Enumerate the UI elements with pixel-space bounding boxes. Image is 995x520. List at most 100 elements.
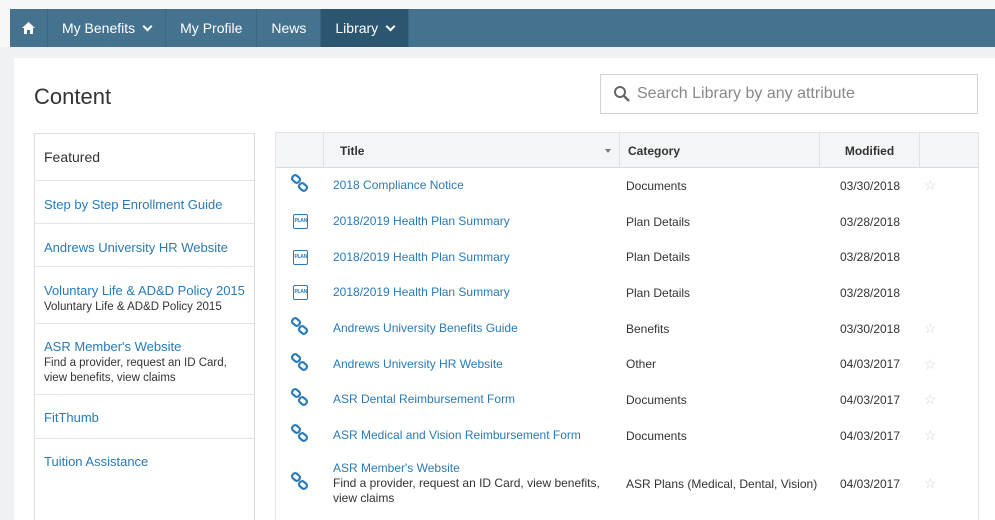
featured-link[interactable]: FitThumb — [44, 408, 245, 427]
nav-library[interactable]: Library — [321, 9, 410, 47]
row-category: Documents — [626, 178, 687, 193]
row-modified: 04/03/2017 — [839, 392, 901, 407]
row-icon-cell: PLAN — [276, 285, 324, 301]
top-bar: My Benefits My Profile News Library — [0, 0, 995, 47]
column-header-icon — [276, 133, 324, 168]
row-title-link[interactable]: 2018/2019 Health Plan Summary — [333, 250, 620, 265]
row-title-link[interactable]: ASR Medical and Vision Reimbursement For… — [333, 428, 620, 443]
featured-link[interactable]: Tuition Assistance — [44, 452, 245, 471]
row-title-link[interactable]: 2018/2019 Health Plan Summary — [333, 214, 620, 229]
favorite-star-icon[interactable]: ☆ — [920, 320, 978, 337]
row-icon-cell — [276, 352, 324, 376]
row-modified: 04/03/2017 — [839, 357, 901, 372]
nav-label: Library — [335, 20, 379, 36]
home-icon — [22, 22, 35, 34]
featured-link[interactable]: Step by Step Enrollment Guide — [44, 195, 245, 214]
row-category: Plan Details — [626, 250, 691, 265]
row-icon-cell: PLAN — [276, 249, 324, 265]
row-title-cell: 2018 Compliance Notice — [324, 178, 620, 193]
table-row[interactable]: PLAN 2018/2019 Health Plan Summary Plan De… — [276, 239, 978, 275]
table-row[interactable]: ASR Member's Website Find a provider, req… — [276, 454, 978, 514]
row-icon-cell — [276, 388, 324, 411]
page-title: Content — [34, 84, 112, 109]
plan-icon: PLAN — [292, 249, 308, 265]
nav-news[interactable]: News — [257, 9, 322, 47]
search-box[interactable] — [600, 74, 978, 114]
link-icon — [290, 472, 310, 495]
plan-icon: PLAN — [292, 214, 308, 230]
featured-item[interactable]: Tuition Assistance — [35, 439, 254, 480]
row-description: Find a provider, request an ID Card, vie… — [333, 476, 600, 505]
featured-panel: Featured Step by Step Enrollment Guide A… — [34, 133, 255, 520]
row-title-link[interactable]: Andrews University Benefits Guide — [333, 321, 620, 336]
row-title-link[interactable]: ASR Member's Website — [333, 461, 620, 476]
featured-heading: Featured — [35, 134, 254, 181]
chevron-down-icon — [385, 21, 396, 31]
column-label: Title — [340, 143, 365, 158]
link-icon — [290, 174, 310, 197]
table-row[interactable]: 2018 Compliance Notice Documents 03/30/201… — [276, 168, 978, 204]
row-title-cell: Andrews University HR Website — [324, 357, 620, 372]
row-title-link[interactable]: ASR Dental Reimbursement Form — [333, 392, 620, 407]
table-row[interactable]: PLAN 2018/2019 Health Plan Summary Plan De… — [276, 275, 978, 311]
row-icon-cell — [276, 317, 324, 340]
favorite-star-icon[interactable]: ☆ — [920, 427, 978, 444]
favorite-star-icon[interactable]: ☆ — [920, 356, 978, 373]
row-modified: 04/03/2017 — [839, 428, 901, 443]
column-label: Category — [628, 143, 681, 158]
featured-link[interactable]: Voluntary Life & AD&D Policy 2015 — [44, 281, 245, 300]
sort-caret-icon[interactable] — [605, 149, 611, 153]
nav-my-profile[interactable]: My Profile — [166, 9, 258, 47]
featured-link[interactable]: Andrews University HR Website — [44, 238, 245, 257]
row-title-cell: ASR Dental Reimbursement Form — [324, 392, 620, 407]
table-row[interactable]: Andrews University HR Website Other 04/03/… — [276, 346, 978, 382]
nav-label: News — [271, 20, 307, 36]
table-header: Title Category Modified — [276, 133, 978, 168]
link-icon — [290, 352, 310, 376]
main-nav: My Benefits My Profile News Library — [10, 9, 995, 47]
plan-icon: PLAN — [292, 285, 308, 301]
featured-item[interactable]: FitThumb — [35, 395, 254, 439]
nav-my-benefits[interactable]: My Benefits — [48, 9, 167, 47]
column-label: Modified — [844, 143, 895, 158]
column-header-favorite — [920, 133, 978, 168]
row-icon-cell: PLAN — [276, 214, 324, 230]
row-category: Benefits — [626, 321, 670, 336]
table-row[interactable]: Andrews University Benefits Guide Benefit… — [276, 311, 978, 347]
row-modified: 03/28/2018 — [839, 214, 901, 229]
featured-item[interactable]: Voluntary Life & AD&D Policy 2015 Volunt… — [35, 267, 254, 324]
row-modified: 03/28/2018 — [839, 285, 901, 300]
featured-link[interactable]: ASR Member's Website — [44, 337, 245, 356]
table-row[interactable]: ASR Dental Reimbursement Form Documents 04… — [276, 382, 978, 418]
featured-item[interactable]: Step by Step Enrollment Guide — [35, 181, 254, 224]
row-category: Plan Details — [626, 285, 691, 300]
search-input[interactable] — [637, 85, 967, 103]
featured-item[interactable]: Andrews University HR Website — [35, 224, 254, 267]
chevron-down-icon — [142, 21, 153, 31]
nav-label: My Benefits — [62, 20, 136, 36]
row-title-link[interactable]: Andrews University HR Website — [333, 357, 620, 372]
featured-item[interactable]: ASR Member's Website Find a provider, re… — [35, 324, 254, 395]
content-panel: Content Featured Step by Step Enrollment… — [14, 58, 995, 520]
featured-description: Find a provider, request an ID Card, vie… — [44, 357, 227, 384]
library-table: Title Category Modified 2018 Compliance … — [275, 132, 979, 520]
column-header-modified[interactable]: Modified — [820, 133, 920, 168]
row-category: Documents — [626, 392, 687, 407]
search-icon — [614, 86, 630, 102]
favorite-star-icon[interactable]: ☆ — [920, 391, 978, 408]
row-title-link[interactable]: 2018 Compliance Notice — [333, 178, 620, 193]
nav-home[interactable] — [10, 9, 48, 47]
row-title-link[interactable]: 2018/2019 Health Plan Summary — [333, 285, 620, 300]
table-body: 2018 Compliance Notice Documents 03/30/201… — [276, 168, 978, 514]
row-modified: 03/28/2018 — [839, 250, 901, 265]
row-title-cell: ASR Member's Website Find a provider, req… — [324, 461, 620, 506]
favorite-star-icon[interactable]: ☆ — [920, 475, 978, 492]
row-modified: 03/30/2018 — [839, 321, 901, 336]
link-icon — [290, 317, 310, 340]
table-row[interactable]: ASR Medical and Vision Reimbursement For… — [276, 418, 978, 454]
column-header-title[interactable]: Title — [324, 133, 620, 168]
row-modified: 04/03/2017 — [839, 476, 901, 491]
favorite-star-icon[interactable]: ☆ — [920, 177, 978, 194]
column-header-category[interactable]: Category — [620, 133, 820, 168]
table-row[interactable]: PLAN 2018/2019 Health Plan Summary Plan De… — [276, 204, 978, 240]
